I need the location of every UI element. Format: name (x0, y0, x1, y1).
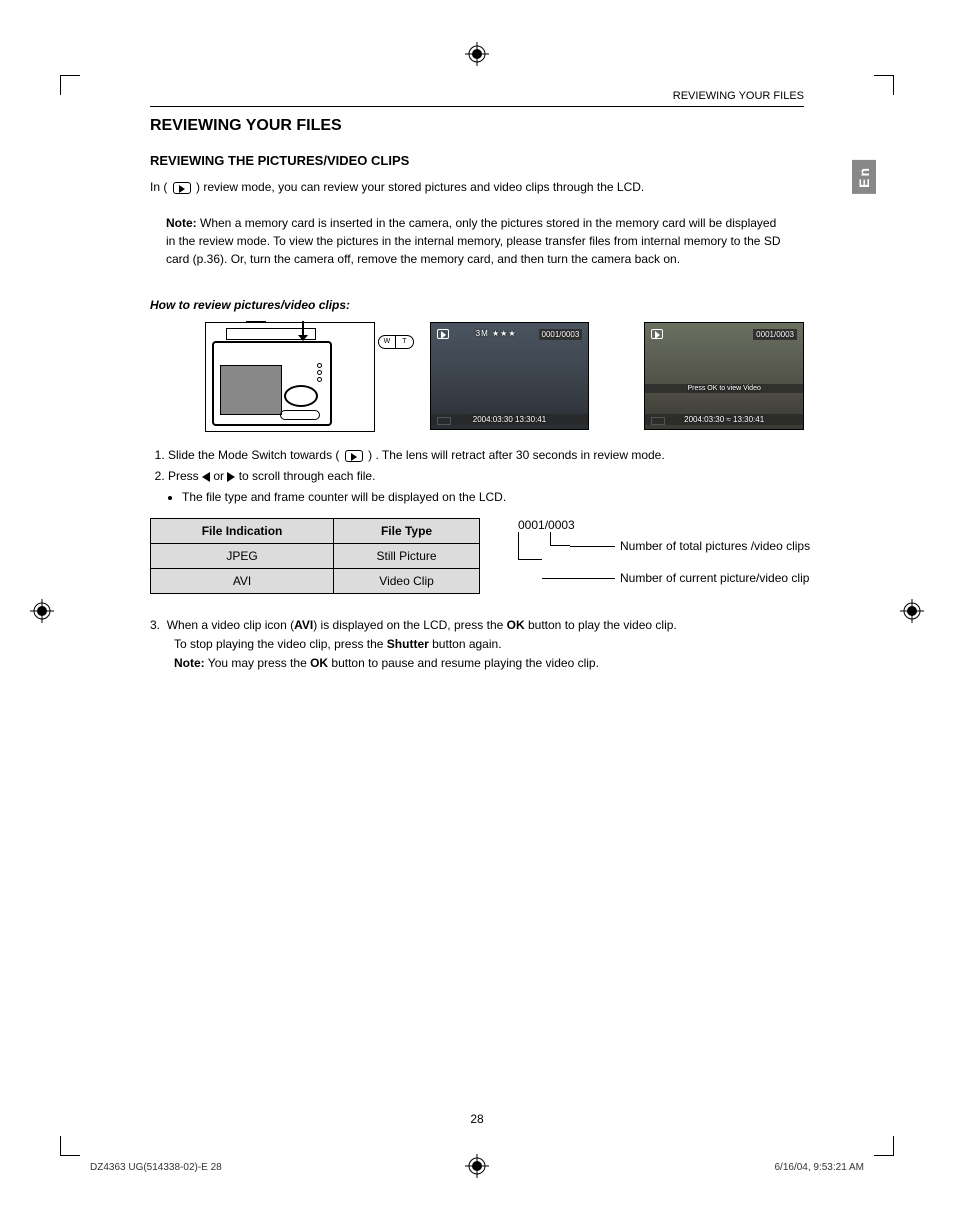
zoom-slider-icon: WT (378, 335, 414, 349)
counter-label-total: Number of total pictures /video clips (620, 539, 810, 553)
footer-right: 6/16/04, 9:53:21 AM (774, 1162, 864, 1173)
step-1: Slide the Mode Switch towards ( ) . The … (168, 446, 804, 465)
note-label: Note: (166, 216, 197, 230)
footer-left: DZ4363 UG(514338-02)-E 28 (90, 1162, 222, 1173)
table-row: AVI Video Clip (151, 568, 480, 593)
footer: DZ4363 UG(514338-02)-E 28 6/16/04, 9:53:… (90, 1162, 864, 1173)
note-box: Note: When a memory card is inserted in … (150, 206, 804, 276)
camera-diagram: WT (205, 322, 375, 432)
crop-mark (60, 1136, 80, 1156)
section-subtitle: REVIEWING THE PICTURES/VIDEO CLIPS (150, 153, 804, 168)
play-icon (437, 329, 449, 339)
step-2-bullet: The file type and frame counter will be … (182, 488, 804, 507)
table-header: File Type (334, 518, 480, 543)
frame-counter: 0001/0003 (753, 329, 797, 340)
running-header: REVIEWING YOUR FILES (150, 90, 804, 102)
steps-list: Slide the Mode Switch towards ( ) . The … (168, 446, 804, 508)
counter-value: 0001/0003 (518, 518, 575, 532)
table-header: File Indication (151, 518, 334, 543)
images-row: WT 3M ★★★ 0001/0003 2004:03:30 13:30:41 … (205, 322, 804, 432)
counter-label-current: Number of current picture/video clip (620, 571, 809, 585)
howto-heading: How to review pictures/video clips: (150, 298, 804, 312)
header-rule (150, 106, 804, 107)
crop-mark (874, 1136, 894, 1156)
frame-counter: 0001/0003 (539, 329, 583, 340)
play-icon (173, 182, 191, 194)
play-icon (651, 329, 663, 339)
step-2: Press or to scroll through each file. Th… (168, 467, 804, 507)
intro-text: In ( ) review mode, you can review your … (150, 178, 804, 196)
play-icon (345, 450, 363, 462)
page-title: REVIEWING YOUR FILES (150, 117, 804, 135)
lcd-preview-photo: 3M ★★★ 0001/0003 2004:03:30 13:30:41 (430, 322, 590, 430)
table-row: JPEG Still Picture (151, 543, 480, 568)
datetime-label: 2004:03:30 ≈ 13:30:41 (645, 414, 803, 425)
page-number: 28 (470, 1112, 483, 1126)
press-ok-label: Press OK to view Video (645, 384, 803, 393)
note-text: When a memory card is inserted in the ca… (166, 216, 780, 266)
counter-diagram: 0001/0003 Number of total pictures /vide… (510, 518, 804, 598)
step-3: 3. When a video clip icon (AVI) is displ… (150, 616, 804, 674)
quality-stars: 3M ★★★ (476, 329, 517, 338)
datetime-label: 2004:03:30 13:30:41 (431, 414, 589, 425)
lcd-preview-video: 0001/0003 Press OK to view Video 2004:03… (644, 322, 804, 430)
file-type-table: File Indication File Type JPEG Still Pic… (150, 518, 480, 594)
left-arrow-icon (202, 472, 210, 482)
